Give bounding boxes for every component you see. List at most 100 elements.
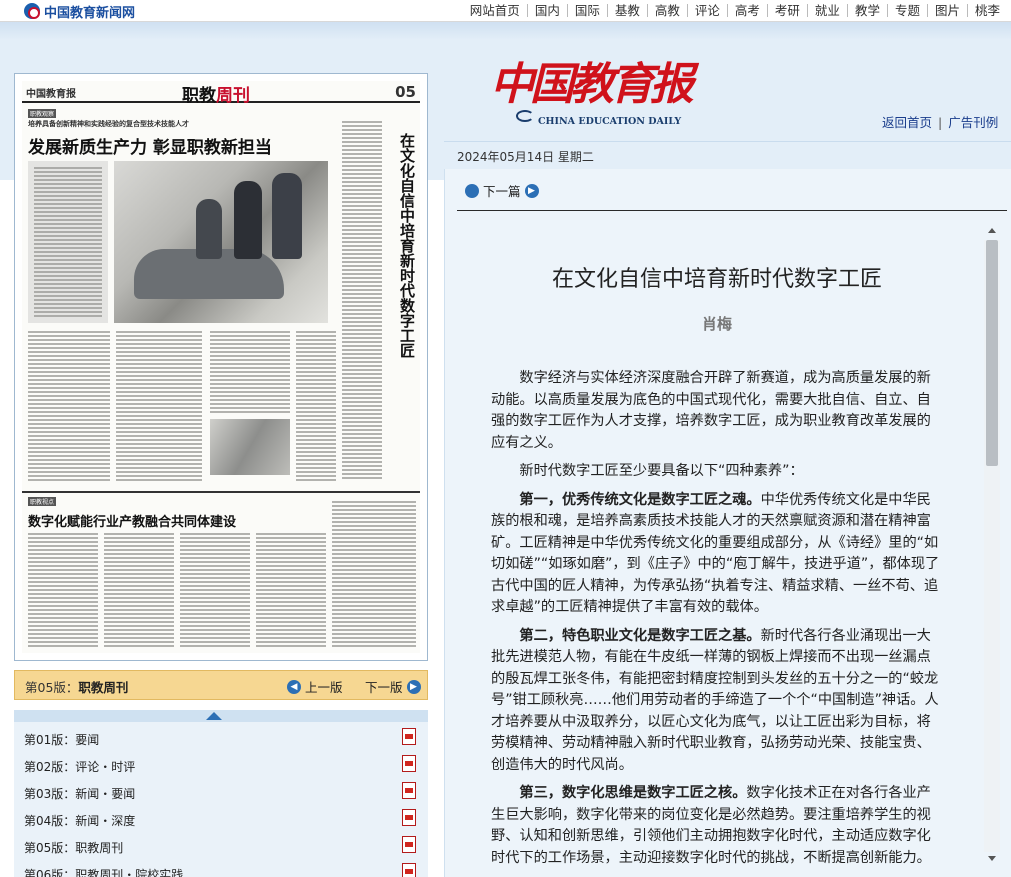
edition-list-toggle[interactable] [14, 710, 428, 722]
nav-link-basic-education[interactable]: 基教 [606, 3, 647, 17]
preview-text-column [180, 533, 250, 649]
next-arrow-icon: ▶ [524, 183, 539, 198]
preview-photo-workshop [114, 161, 328, 323]
pdf-icon[interactable] [402, 809, 416, 826]
list-item[interactable]: 第02版：评论・时评 [14, 751, 428, 778]
page-navigation-bar: 第05版：职教周刊 ◀ 上一版 下一版 ▶ [14, 670, 428, 700]
paragraph-text: 新时代数字工匠至少要具备以下“四种素养”： [519, 463, 804, 479]
nav-link-taoli[interactable]: 桃李 [966, 3, 1007, 17]
nav-link-kaoyan[interactable]: 考研 [766, 3, 807, 17]
list-item[interactable]: 第04版：新闻・深度 [14, 805, 428, 832]
preview-section-title: 职教周刊 [182, 81, 250, 106]
preview-headline-second[interactable]: 数字化赋能行业产教融合共同体建设 [28, 511, 236, 530]
preview-text-column [116, 331, 202, 481]
page-preview-image[interactable]: 中国教育报 职教周刊 05 职教观察 培养具备创新精神和实践经验的复合型技术技能… [22, 81, 420, 653]
nav-link-teaching[interactable]: 教学 [846, 3, 887, 17]
prev-page-button[interactable]: ◀ 上一版 [287, 677, 343, 696]
preview-text-column [296, 331, 336, 481]
nav-link-home[interactable]: 网站首页 [463, 4, 527, 17]
list-item[interactable]: 第06版：职教周刊・院校实践 [14, 859, 428, 877]
nav-link-commentary[interactable]: 评论 [686, 3, 727, 17]
link-separator: | [938, 115, 943, 130]
paragraph-text: 数字经济与实体经济深度融合开辟了新赛道，成为高质量发展的新动能。以高质量发展为底… [491, 370, 931, 451]
preview-page-number: 05 [395, 83, 416, 101]
edition-link[interactable]: 第06版：职教周刊・院校实践 [24, 866, 183, 877]
next-page-button[interactable]: 下一版 ▶ [365, 677, 421, 696]
paragraph-text: 中华优秀传统文化是中华民族的根和魂，是培养高素质技术技能人才的天然禀赋资源和潜在… [491, 491, 940, 616]
edition-link[interactable]: 第05版：职教周刊 [24, 839, 123, 856]
article-paragraph: 第二，特色职业文化是数字工匠之基。新时代各行各业涌现出一大批先进模范人物，有能在… [491, 626, 943, 777]
nav-link-higher-education[interactable]: 高教 [646, 3, 687, 17]
article-title: 在文化自信中培育新时代数字工匠 [551, 267, 882, 292]
preview-summary-box [28, 161, 108, 323]
edition-link[interactable]: 第03版：新闻・要闻 [24, 785, 135, 802]
prev-page-label: 上一版 [305, 680, 343, 695]
top-nav-links: 网站首页 国内 国际 基教 高教 评论 高考 考研 就业 教学 专题 图片 桃李 [463, 0, 1007, 20]
article-panel: 下一篇 ▶ 在文化自信中培育新时代数字工匠 肖梅 数字经济与实体经济深度融合开辟… [444, 169, 1011, 877]
site-name: 中国教育新闻网 [44, 5, 136, 21]
nav-link-international[interactable]: 国际 [566, 3, 607, 17]
next-article-button[interactable]: 下一篇 ▶ [465, 181, 539, 200]
collapse-up-icon [206, 712, 222, 720]
back-home-link[interactable]: 返回首页 [882, 115, 932, 130]
pdf-icon[interactable] [402, 863, 416, 877]
pdf-icon[interactable] [402, 782, 416, 799]
paragraph-lead: 第二，特色职业文化是数字工匠之基。 [519, 627, 761, 644]
preview-text-column [28, 533, 98, 649]
next-article-label: 下一篇 [483, 184, 521, 199]
preview-photo-lab [210, 419, 290, 475]
pdf-icon[interactable] [402, 755, 416, 772]
site-logo[interactable]: 中国教育新闻网 [24, 2, 136, 21]
next-page-label: 下一版 [365, 680, 403, 695]
nav-link-domestic[interactable]: 国内 [526, 3, 567, 17]
header-band-gradient [0, 22, 1011, 40]
scroll-down-arrow-icon[interactable] [988, 856, 996, 861]
scroll-thumb[interactable] [986, 240, 998, 466]
preview-vertical-headline[interactable]: 在文化自信中培育新时代数字工匠 [386, 133, 416, 358]
current-page-name: 职教周刊 [78, 680, 129, 695]
list-item[interactable]: 第01版：要闻 [14, 724, 428, 751]
header-links: 返回首页 | 广告刊例 [882, 112, 998, 131]
page-preview-frame: 中国教育报 职教周刊 05 职教观察 培养具备创新精神和实践经验的复合型技术技能… [14, 73, 428, 661]
paragraph-lead: 第一，优秀传统文化是数字工匠之魂。 [519, 491, 761, 508]
preview-divider [22, 491, 420, 493]
preview-page-header: 中国教育报 职教周刊 05 [22, 81, 420, 106]
nav-link-topics[interactable]: 专题 [886, 3, 927, 17]
globe-icon [465, 183, 479, 198]
preview-text-column [342, 121, 382, 481]
preview-tag: 职教视点 [28, 497, 57, 506]
edition-link[interactable]: 第04版：新闻・深度 [24, 812, 135, 829]
article-scrollbar[interactable] [984, 226, 1000, 866]
nav-link-pictures[interactable]: 图片 [926, 3, 967, 17]
preview-headline[interactable]: 发展新质生产力 彰显职教新担当 [28, 133, 272, 158]
preview-text-column [104, 533, 174, 649]
edition-link[interactable]: 第02版：评论・时评 [24, 758, 135, 775]
pdf-icon[interactable] [402, 836, 416, 853]
article-body: 数字经济与实体经济深度融合开辟了新赛道，成为高质量发展的新动能。以高质量发展为底… [491, 368, 943, 876]
article-nav-divider [457, 210, 1007, 211]
nav-link-employment[interactable]: 就业 [806, 3, 847, 17]
newspaper-masthead[interactable]: 中国教育报 CHINA EDUCATION DAILY [490, 48, 694, 130]
preview-kicker: 培养具备创新精神和实践经验的复合型技术技能人才 [28, 120, 189, 128]
article-paragraph: 新时代数字工匠至少要具备以下“四种素养”： [491, 461, 943, 483]
next-arrow-icon: ▶ [406, 679, 421, 694]
pdf-icon[interactable] [402, 728, 416, 745]
prev-arrow-icon: ◀ [287, 679, 301, 694]
ad-rates-link[interactable]: 广告刊例 [948, 115, 998, 130]
preview-section-b: 周刊 [216, 86, 250, 106]
scroll-up-arrow-icon[interactable] [988, 228, 996, 233]
site-emblem-icon [24, 3, 40, 19]
list-item[interactable]: 第03版：新闻・要闻 [14, 778, 428, 805]
article-paragraph: 数字经济与实体经济深度融合开辟了新赛道，成为高质量发展的新动能。以高质量发展为底… [491, 368, 943, 454]
edition-link[interactable]: 第01版：要闻 [24, 731, 99, 748]
paragraph-text: 新时代各行各业涌现出一大批先进模范人物，有能在牛皮纸一样薄的钢板上焊接而不出现一… [491, 627, 939, 773]
preview-text-column [332, 501, 416, 649]
edition-list: 第01版：要闻 第02版：评论・时评 第03版：新闻・要闻 第04版：新闻・深度… [14, 722, 428, 877]
nav-link-gaokao[interactable]: 高考 [726, 3, 767, 17]
preview-tag: 职教观察 [28, 109, 57, 118]
current-page-label: 第05版：职教周刊 [25, 677, 128, 696]
current-page-prefix: 第05版： [25, 680, 79, 695]
list-item[interactable]: 第05版：职教周刊 [14, 832, 428, 859]
date-bar: 2024年05月14日 星期二 [444, 141, 1011, 169]
paragraph-lead: 第三，数字化思维是数字工匠之核。 [519, 785, 747, 801]
